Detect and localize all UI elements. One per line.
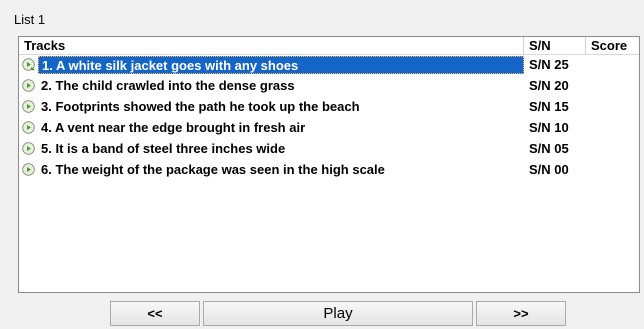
track-title: 3. Footprints showed the path he took up… xyxy=(41,99,360,114)
track-sn: S/N 00 xyxy=(529,162,569,177)
track-row[interactable]: 6. The weight of the package was seen in… xyxy=(19,160,639,180)
track-title: 6. The weight of the package was seen in… xyxy=(41,162,385,177)
column-header-score[interactable]: Score xyxy=(586,37,641,54)
track-sn: S/N 10 xyxy=(529,120,569,135)
track-score xyxy=(591,77,639,95)
play-circle-icon xyxy=(22,142,35,155)
track-sn: S/N 25 xyxy=(529,57,569,72)
track-score xyxy=(591,56,639,74)
play-circle-icon xyxy=(22,163,35,176)
track-sn: S/N 20 xyxy=(529,78,569,93)
track-title: 5. It is a band of steel three inches wi… xyxy=(41,141,286,156)
next-button[interactable]: >> xyxy=(476,301,566,326)
track-row[interactable]: 4. A vent near the edge brought in fresh… xyxy=(19,118,639,138)
tracks-list[interactable]: Tracks S/N Score 1. A white silk jacket … xyxy=(18,36,640,293)
track-title: 1. A white silk jacket goes with any sho… xyxy=(38,56,524,74)
play-circle-icon xyxy=(22,79,35,92)
track-score xyxy=(591,119,639,137)
play-circle-icon xyxy=(22,58,35,71)
track-row[interactable]: 3. Footprints showed the path he took up… xyxy=(19,97,639,117)
track-title: 2. The child crawled into the dense gras… xyxy=(41,78,295,93)
track-sn: S/N 05 xyxy=(529,141,569,156)
play-circle-icon xyxy=(22,100,35,113)
track-sn: S/N 15 xyxy=(529,99,569,114)
track-row[interactable]: 5. It is a band of steel three inches wi… xyxy=(19,139,639,159)
track-score xyxy=(591,161,639,179)
group-title: List 1 xyxy=(14,12,46,27)
play-button[interactable]: Play xyxy=(203,301,473,326)
column-header-tracks[interactable]: Tracks xyxy=(19,37,524,54)
previous-button[interactable]: << xyxy=(110,301,200,326)
play-circle-icon xyxy=(22,121,35,134)
column-header-sn[interactable]: S/N xyxy=(524,37,586,54)
track-row[interactable]: 2. The child crawled into the dense gras… xyxy=(19,76,639,96)
track-row[interactable]: 1. A white silk jacket goes with any sho… xyxy=(19,55,639,75)
track-title: 4. A vent near the edge brought in fresh… xyxy=(41,120,306,135)
list-header: Tracks S/N Score xyxy=(19,37,639,55)
track-score xyxy=(591,140,639,158)
track-score xyxy=(591,98,639,116)
